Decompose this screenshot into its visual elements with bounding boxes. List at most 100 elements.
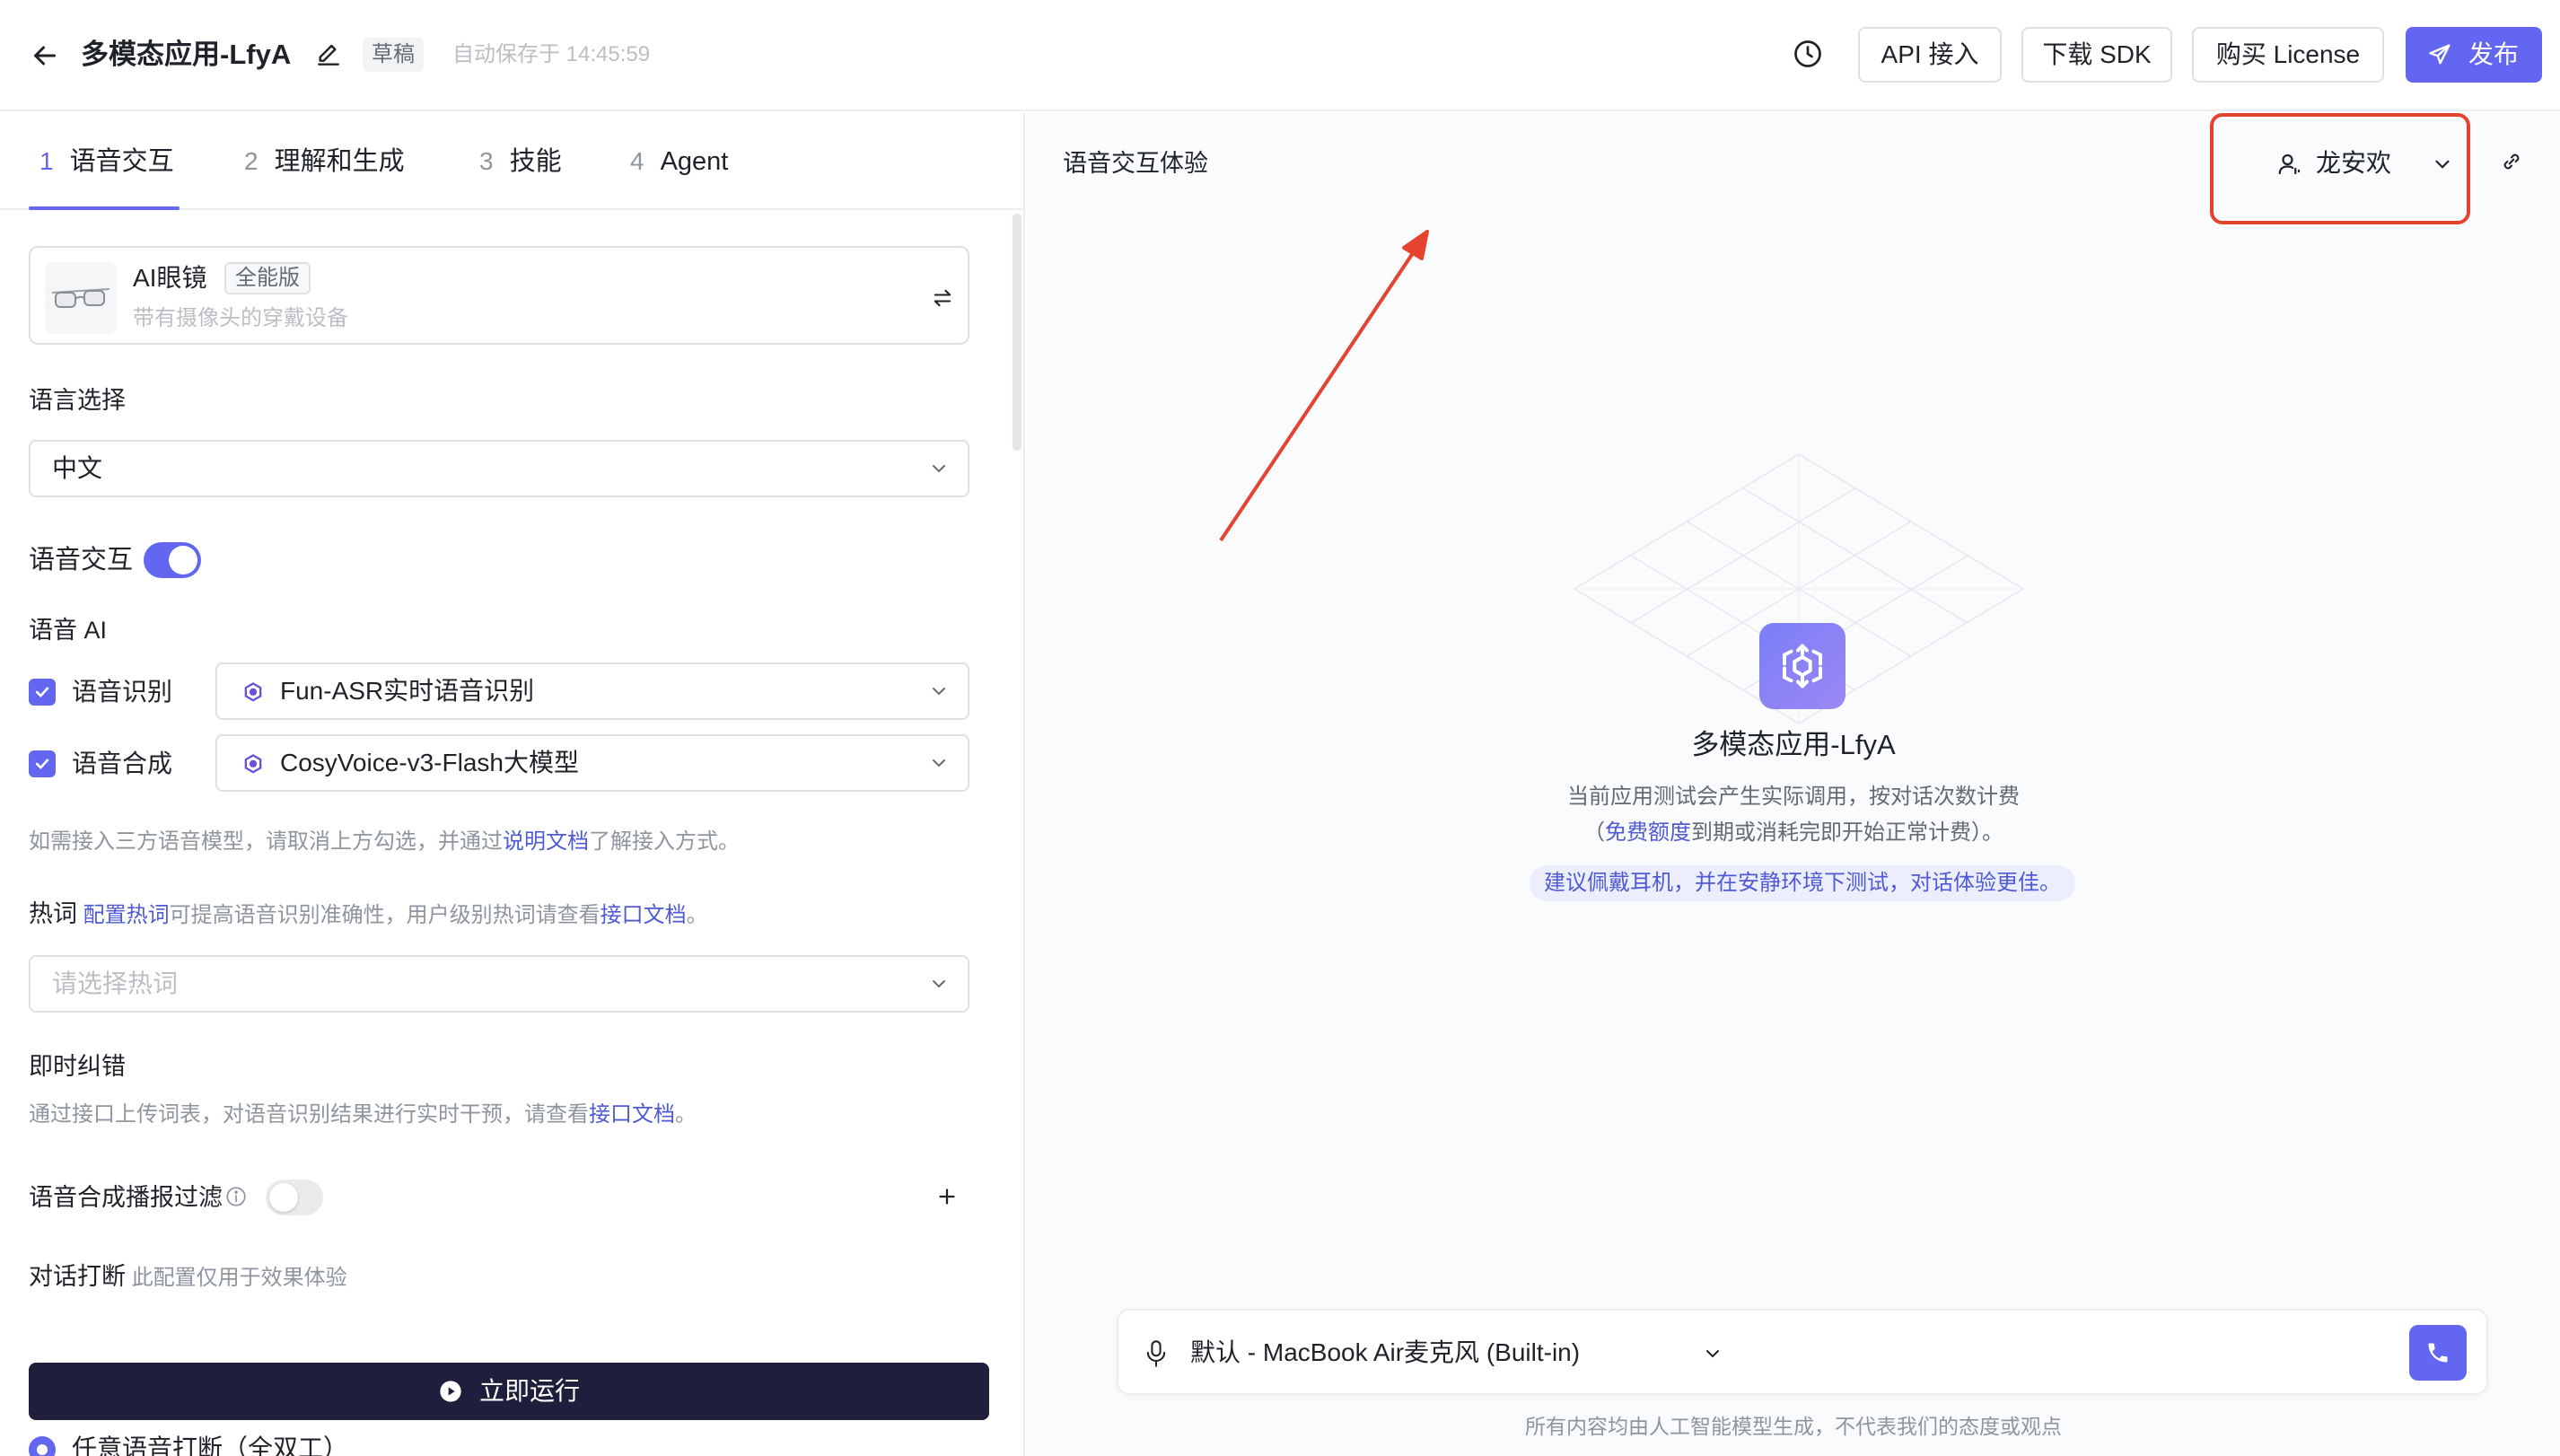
correction-text-end: 。 [675,1102,697,1127]
correction-label: 即时纠错 [29,1053,126,1080]
interrupt-option-label: 任意语音打断（全双工） [72,1434,349,1456]
interrupt-radio[interactable] [29,1436,56,1456]
asr-model-value: Fun-ASR实时语音识别 [280,677,535,705]
hotwords-label: 热词 [29,900,77,927]
docs-link[interactable]: 说明文档 [503,829,589,854]
ai-disclaimer: 所有内容均由人工智能模型生成，不代表我们的态度或观点 [1525,1415,2062,1438]
correction-desc: 通过接口上传词表，对语音识别结果进行实时干预，请查看接口文档。 [29,1099,697,1131]
tts-filter-label: 语音合成播报过滤 [29,1184,223,1211]
info-icon[interactable] [224,1185,248,1208]
voice-selector[interactable]: 龙安欢 [2276,138,2474,189]
voice-ai-label: 语音 AI [29,617,108,644]
headphone-tip: 建议佩戴耳机，并在安静环境下测试，对话体验更佳。 [1530,865,2075,901]
buy-license-button[interactable]: 购买 License [2192,27,2384,83]
billing-notice: 当前应用测试会产生实际调用，按对话次数计费 [1567,785,2020,809]
help-text: 如需接入三方语音模型，请取消上方勾选，并通过 [29,829,503,854]
voice-interaction-toggle[interactable] [144,542,201,578]
chevron-down-icon [928,680,950,702]
notice-text: （ [1583,820,1605,845]
edit-pencil-icon[interactable] [314,40,343,69]
chevron-down-icon [928,973,950,995]
play-icon [438,1379,463,1404]
tts-checkbox[interactable] [29,750,56,777]
history-clock-icon[interactable] [1792,38,1824,70]
tab-label: Agent [660,147,729,176]
run-label: 立即运行 [479,1377,581,1405]
tts-model-select[interactable]: CosyVoice-v3-Flash大模型 [215,734,969,792]
api-docs-link[interactable]: 接口文档 [601,903,687,927]
hotwords-help: 可提高语音识别准确性，用户级别热词请查看 [169,903,601,927]
swap-icon[interactable] [930,285,955,311]
microphone-icon [1144,1339,1169,1368]
chevron-down-icon [928,458,950,479]
back-arrow-icon[interactable] [29,39,61,72]
help-text: 了解接入方式。 [589,829,740,854]
device-card[interactable]: AI眼镜 全能版 带有摄像头的穿戴设备 [29,246,969,345]
hotwords-row: 热词 配置热词可提高语音识别准确性，用户级别热词请查看接口文档。 [29,898,708,932]
asr-checkbox[interactable] [29,679,56,706]
draft-badge: 草稿 [363,38,424,72]
api-docs-link[interactable]: 接口文档 [589,1102,675,1127]
publish-button[interactable]: 发布 [2406,27,2542,83]
interrupt-label: 对话打断 [29,1263,126,1290]
voice-name: 龙安欢 [2316,149,2392,177]
autosave-status: 自动保存于 14:45:59 [452,42,651,66]
hotwords-placeholder: 请选择热词 [52,969,179,997]
download-sdk-button[interactable]: 下载 SDK [2021,27,2172,83]
glasses-image [45,262,117,334]
tab-number: 2 [244,147,259,175]
run-now-button[interactable]: 立即运行 [29,1363,989,1420]
tts-filter-toggle[interactable] [266,1180,323,1215]
config-panel: 1 语音交互 2 理解和生成 3 技能 4 Agent AI眼镜 全能版 带有摄像头的穿… [0,113,1025,1456]
plus-icon[interactable] [934,1183,960,1210]
publish-label: 发布 [2468,40,2520,68]
language-value: 中文 [52,454,103,482]
device-edition-badge: 全能版 [224,262,311,294]
center-app-title: 多模态应用-LfyA [1691,729,1896,760]
step-tabs: 1 语音交互 2 理解和生成 3 技能 4 Agent [0,113,1025,210]
notice-text: 到期或消耗完即开始正常计费）。 [1691,820,2003,845]
tts-label: 语音合成 [72,750,173,777]
tab-understanding-generation[interactable]: 2 理解和生成 [244,113,405,210]
interrupt-note: 此配置仅用于效果体验 [131,1266,347,1290]
tab-label: 技能 [509,147,562,176]
configure-hotwords-link[interactable]: 配置热词 [83,903,170,927]
microphone-device-label[interactable]: 默认 - MacBook Air麦克风 (Built-in) [1190,1334,1580,1372]
hotwords-select[interactable]: 请选择热词 [29,955,969,1013]
model-logo-icon [241,680,266,706]
chevron-down-icon[interactable] [1702,1343,1723,1364]
chevron-down-icon [2431,153,2454,176]
tab-number: 1 [39,147,54,175]
hotwords-help-end: 。 [686,903,708,927]
preview-panel: 语音交互体验 龙安欢 多模态应用-LfyA 当前应用测试会产生实际调用，按对话次… [1027,113,2560,1456]
send-icon [2427,42,2452,67]
microphone-bar: 默认 - MacBook Air麦克风 (Built-in) [1117,1309,2488,1395]
device-name: AI眼镜 [133,264,207,292]
voice-interaction-label: 语音交互 [29,546,134,575]
user-voice-icon [2276,151,2303,178]
asr-model-select[interactable]: Fun-ASR实时语音识别 [215,662,969,720]
tab-voice-interaction[interactable]: 1 语音交互 [39,113,174,210]
free-quota-notice: （免费额度到期或消耗完即开始正常计费）。 [1027,817,2560,849]
app-logo [1759,623,1845,709]
tab-label: 理解和生成 [274,147,405,176]
device-description: 带有摄像头的穿戴设备 [133,306,348,330]
active-tab-indicator [29,206,180,210]
tab-number: 3 [479,147,494,175]
preview-title: 语音交互体验 [1063,150,1208,177]
link-icon[interactable] [2499,149,2524,174]
correction-text: 通过接口上传词表，对语音识别结果进行实时干预，请查看 [29,1102,589,1127]
free-quota-link[interactable]: 免费额度 [1605,820,1691,845]
start-call-button[interactable] [2409,1325,2467,1381]
third-party-help: 如需接入三方语音模型，请取消上方勾选，并通过说明文档了解接入方式。 [29,826,740,858]
top-header: 多模态应用-LfyA 草稿 自动保存于 14:45:59 API 接入 下载 S… [0,0,2560,111]
tab-agent[interactable]: 4 Agent [630,113,728,210]
language-label: 语言选择 [29,387,126,414]
panel-scrollbar[interactable] [1013,214,1021,451]
api-access-button[interactable]: API 接入 [1858,27,2002,83]
phone-icon [2428,1343,2448,1363]
tab-label: 语音交互 [69,147,174,176]
language-select[interactable]: 中文 [29,440,969,497]
tab-number: 4 [630,147,644,175]
tab-skills[interactable]: 3 技能 [479,113,562,210]
